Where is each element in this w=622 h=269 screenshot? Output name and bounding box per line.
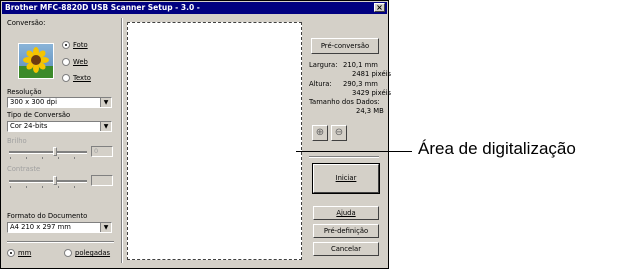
brightness-slider-track: [9, 151, 87, 154]
width-mm: 210,1 mm: [343, 61, 378, 69]
contrast-value-box[interactable]: [91, 175, 113, 186]
zoom-out-icon[interactable]: ⊖: [331, 125, 347, 141]
radio-units-inches[interactable]: [64, 249, 72, 257]
resolution-select[interactable]: 300 x 300 dpi ▼: [7, 97, 112, 108]
help-button-label: Ajuda: [336, 209, 356, 217]
start-button-label: Iniciar: [335, 174, 357, 182]
chevron-down-icon: ▼: [100, 122, 111, 131]
prescan-button[interactable]: Pré-conversão: [311, 38, 379, 54]
radio-texto[interactable]: [62, 74, 70, 82]
width-px: 2481 pixéis: [352, 70, 392, 78]
window-titlebar: Brother MFC-8820D USB Scanner Setup - 3.…: [2, 2, 387, 14]
data-size-value: 24,3 MB: [356, 107, 384, 115]
brightness-value-box[interactable]: 0: [91, 146, 113, 157]
start-button[interactable]: Iniciar: [312, 163, 380, 194]
scan-mode-label: Tipo de Conversão: [7, 111, 71, 119]
vertical-divider: [121, 18, 123, 263]
help-button[interactable]: Ajuda: [313, 206, 379, 220]
height-px: 3429 pixéis: [352, 89, 392, 97]
chevron-down-icon: ▼: [100, 98, 111, 107]
close-button[interactable]: ×: [374, 3, 385, 12]
radio-units-inches-label: polegadas: [75, 249, 111, 257]
radio-web-label: Web: [73, 58, 88, 66]
brightness-label: Brilho: [7, 137, 27, 145]
document-size-label: Formato do Documento: [7, 212, 88, 220]
height-mm: 290,3 mm: [343, 80, 378, 88]
radio-web[interactable]: [62, 58, 70, 66]
data-size-label: Tamanho dos Dados:: [309, 98, 380, 106]
contrast-slider-thumb[interactable]: [53, 176, 57, 185]
contrast-label: Contraste: [7, 165, 41, 173]
window-title: Brother MFC-8820D USB Scanner Setup - 3.…: [5, 3, 200, 12]
cancel-button-label: Cancelar: [331, 245, 361, 253]
divider: [7, 241, 114, 243]
height-label: Altura:: [309, 80, 332, 88]
divider: [309, 156, 379, 158]
sunflower-photo-icon: [18, 43, 54, 79]
radio-foto-label: Foto: [73, 41, 88, 49]
width-label: Largura:: [309, 61, 338, 69]
scan-type-label: Conversão:: [7, 19, 46, 27]
radio-units-mm[interactable]: [7, 249, 15, 257]
brightness-slider-thumb[interactable]: [53, 147, 57, 156]
callout-line: [296, 151, 412, 152]
document-size-select[interactable]: A4 210 x 297 mm ▼: [7, 222, 112, 233]
scanner-setup-window: Brother MFC-8820D USB Scanner Setup - 3.…: [0, 0, 392, 269]
brightness-value: 0: [94, 147, 99, 155]
chevron-down-icon: ▼: [100, 223, 111, 232]
radio-units-mm-label: mm: [18, 249, 32, 257]
cancel-button[interactable]: Cancelar: [313, 242, 379, 256]
contrast-slider-track: [9, 180, 87, 183]
scan-area[interactable]: [127, 22, 302, 260]
default-button-label: Pré-definição: [323, 227, 369, 235]
scan-mode-value: Cor 24-bits: [10, 122, 48, 130]
scan-mode-select[interactable]: Cor 24-bits ▼: [7, 121, 112, 132]
radio-texto-label: Texto: [73, 74, 91, 82]
zoom-in-icon[interactable]: ⊕: [312, 125, 328, 141]
document-size-value: A4 210 x 297 mm: [10, 223, 71, 231]
default-button[interactable]: Pré-definição: [313, 224, 379, 238]
resolution-label: Resolução: [7, 88, 42, 96]
radio-foto[interactable]: [62, 41, 70, 49]
resolution-value: 300 x 300 dpi: [10, 98, 57, 106]
scan-area-callout: Área de digitalização: [418, 139, 576, 158]
